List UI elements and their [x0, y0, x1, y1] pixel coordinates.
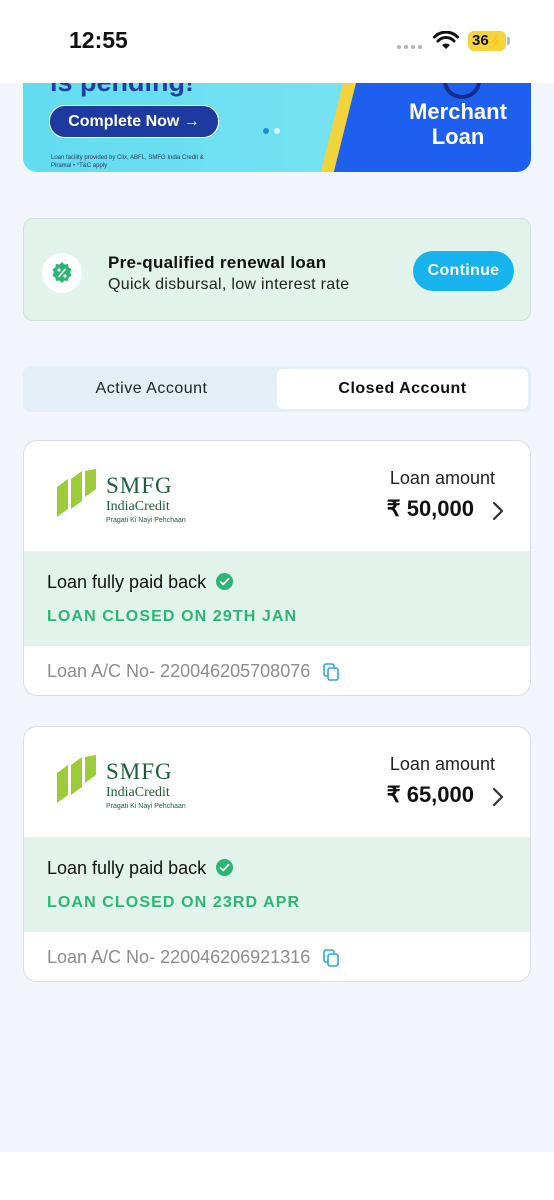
lender-logo: SMFG IndiaCredit Pragati Ki Nayi Pehchaa…	[55, 755, 195, 815]
renewal-title: Pre-qualified renewal loan	[108, 253, 327, 272]
loan-account-number: Loan A/C No- 220046206921316	[47, 947, 340, 968]
banner-disclaimer: Loan facility provided by Clix, ABFL, SM…	[51, 155, 204, 169]
loan-card[interactable]: SMFG IndiaCredit Pragati Ki Nayi Pehchaa…	[23, 440, 531, 696]
loan-status: Loan fully paid back	[47, 572, 234, 593]
lender-name: SMFG	[106, 759, 173, 784]
loan-status: Loan fully paid back	[47, 858, 234, 879]
loan-closed-date: LOAN CLOSED ON 29TH JAN	[47, 608, 298, 625]
lender-name: SMFG	[106, 473, 173, 498]
loan-amount-label: Loan amount	[389, 754, 495, 774]
loan-amount: ₹ 50,000	[386, 496, 474, 521]
renewal-subtitle: Quick disbursal, low interest rate	[108, 276, 350, 293]
complete-now-button[interactable]: Complete Now →	[49, 105, 219, 138]
check-circle-icon	[216, 573, 234, 590]
loan-account-text: Loan A/C No- 220046205708076	[47, 661, 311, 681]
discount-badge-icon	[42, 253, 82, 293]
loan-status-panel: Loan fully paid back LOAN CLOSED ON 29TH…	[24, 551, 530, 646]
banner-promo-title: Merchant Loan	[409, 99, 507, 149]
smfg-logo-mark-icon	[57, 469, 96, 517]
chevron-right-icon[interactable]	[492, 501, 504, 521]
loan-status-panel: Loan fully paid back LOAN CLOSED ON 23RD…	[24, 837, 530, 932]
tab-closed-account[interactable]: Closed Account	[277, 369, 528, 409]
banner-heading: is pending!	[50, 83, 194, 98]
signal-icon	[397, 45, 422, 49]
loan-closed-date: LOAN CLOSED ON 23RD APR	[47, 894, 301, 911]
lender-sub: IndiaCredit	[106, 499, 170, 514]
bottom-safe-area	[0, 1152, 554, 1200]
account-tabs: Active Account Closed Account	[23, 366, 531, 412]
battery-icon: 36 ⚡	[468, 31, 510, 51]
copy-icon[interactable]	[323, 949, 340, 967]
lender-logo: SMFG IndiaCredit Pragati Ki Nayi Pehchaa…	[55, 469, 195, 529]
loan-account-number: Loan A/C No- 220046205708076	[47, 661, 340, 682]
loan-card[interactable]: SMFG IndiaCredit Pragati Ki Nayi Pehchaa…	[23, 726, 531, 982]
loan-account-text: Loan A/C No- 220046206921316	[47, 947, 311, 967]
chevron-right-icon[interactable]	[492, 787, 504, 807]
promo-banner[interactable]: is pending! Complete Now → Loan facility…	[23, 83, 531, 172]
loan-amount: ₹ 65,000	[386, 782, 474, 807]
charging-icon: ⚡	[485, 34, 502, 49]
status-time: 12:55	[69, 27, 128, 53]
loan-status-text: Loan fully paid back	[47, 572, 207, 592]
copy-icon[interactable]	[323, 663, 340, 681]
lender-sub: IndiaCredit	[106, 785, 170, 800]
check-circle-icon	[216, 859, 234, 876]
loan-amount-label: Loan amount	[389, 468, 495, 488]
loan-status-text: Loan fully paid back	[47, 858, 207, 878]
smfg-logo-mark-icon	[57, 755, 96, 803]
carousel-dots[interactable]	[263, 128, 280, 134]
continue-button[interactable]: Continue	[413, 251, 514, 291]
status-bar: 12:55 36 ⚡	[0, 0, 554, 83]
lender-tagline: Pragati Ki Nayi Pehchaan	[106, 803, 186, 810]
tab-active-account[interactable]: Active Account	[26, 369, 277, 409]
lender-tagline: Pragati Ki Nayi Pehchaan	[106, 517, 186, 524]
wifi-icon	[433, 31, 459, 49]
renewal-offer-card: Pre-qualified renewal loan Quick disburs…	[23, 218, 531, 321]
